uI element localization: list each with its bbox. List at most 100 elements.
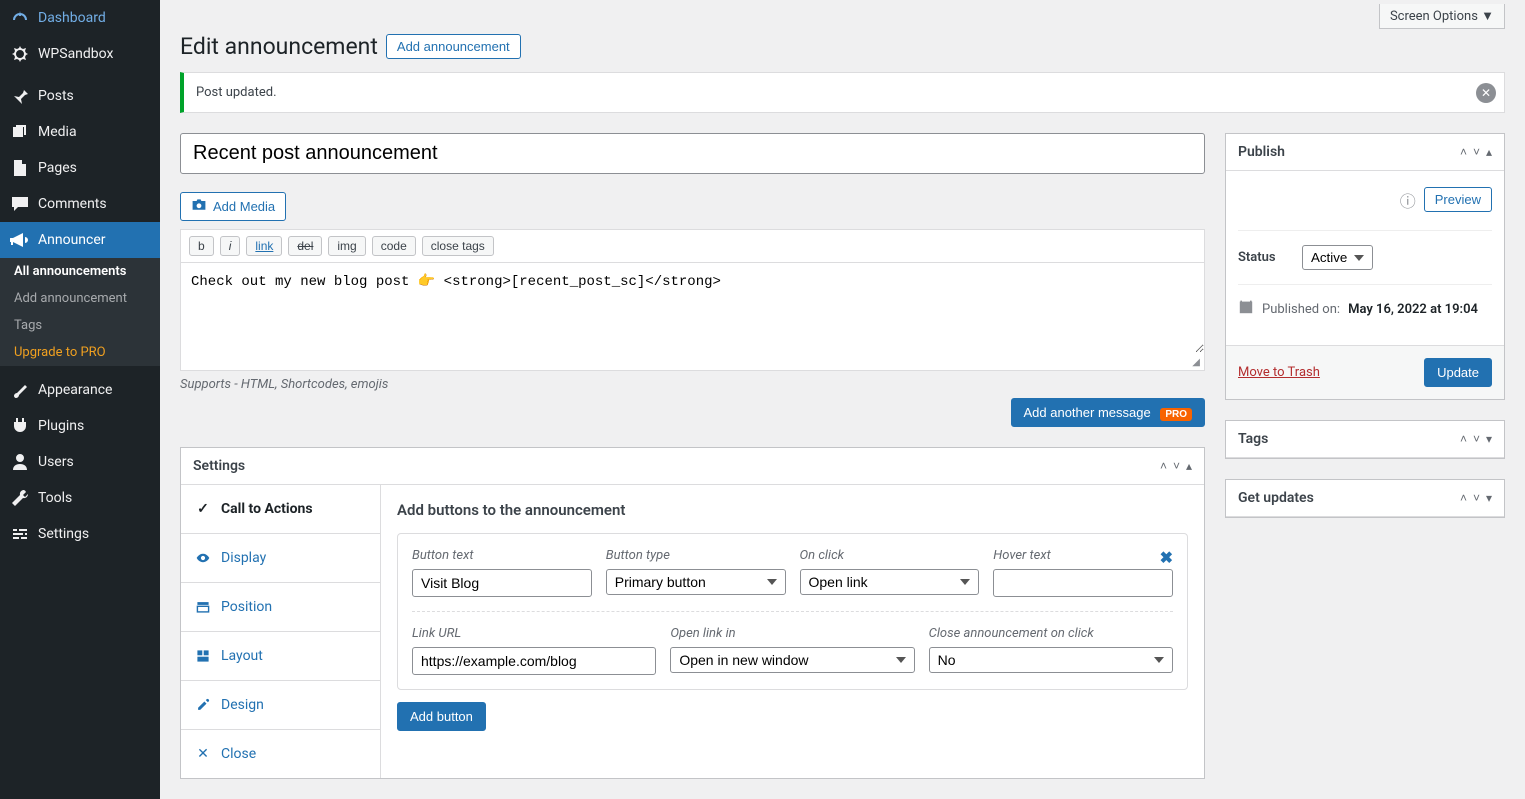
caret-up-icon[interactable]: ▴ [1186,459,1192,473]
media-icon [10,122,30,142]
caret-down-icon[interactable]: ▾ [1486,491,1492,505]
label-button-type: Button type [606,548,786,563]
sidebar-item-plugins[interactable]: Plugins [0,408,160,444]
qtag-close-tags[interactable]: close tags [422,236,494,256]
sidebar-label: Settings [38,526,89,542]
settings-tab-label: Design [221,697,264,713]
resize-handle-icon[interactable]: ◢ [181,357,1204,370]
sidebar-item-media[interactable]: Media [0,114,160,150]
caret-up-icon[interactable]: ▴ [1486,145,1492,159]
main-content: Screen Options ▼ Edit announcement Add a… [160,0,1525,799]
qtag-i[interactable]: i [220,236,241,256]
qtag-code[interactable]: code [372,236,416,256]
page-title: Edit announcement [180,33,378,60]
quicktags-toolbar: b i link del img code close tags [181,230,1204,263]
chevron-down-icon[interactable]: ˅ [1173,459,1180,473]
add-media-label: Add Media [213,199,275,214]
publish-panel-header[interactable]: Publish ˄ ˅ ▴ [1226,134,1504,171]
input-link-url[interactable] [412,647,656,675]
chevron-down-icon[interactable]: ˅ [1473,432,1480,446]
sidebar-item-settings[interactable]: Settings [0,516,160,552]
cta-section-title: Add buttons to the announcement [397,501,1188,519]
select-on-click[interactable]: Open link [800,569,980,595]
sidebar-item-posts[interactable]: Posts [0,78,160,114]
input-button-text[interactable] [412,569,592,597]
qtag-del[interactable]: del [288,236,322,256]
chevron-up-icon[interactable]: ˄ [1460,145,1467,159]
pencil-icon [195,698,211,712]
preview-button[interactable]: Preview [1424,187,1492,212]
status-select[interactable]: Active [1302,245,1373,270]
sidebar-sub-upgrade-pro[interactable]: Upgrade to PRO [0,339,160,366]
sidebar-item-announcer[interactable]: Announcer [0,222,160,258]
info-icon[interactable]: ⓘ [1400,188,1416,212]
select-button-type[interactable]: Primary button [606,569,786,595]
calendar-icon [1238,299,1254,319]
qtag-b[interactable]: b [189,236,214,256]
add-cta-button[interactable]: Add button [397,702,486,731]
qtag-img[interactable]: img [328,236,365,256]
settings-panel-header[interactable]: Settings ˄ ˅ ▴ [181,448,1204,485]
sidebar-label: Comments [38,196,107,212]
label-link-url: Link URL [412,626,656,641]
settings-tab-layout[interactable]: Layout [181,632,380,681]
remove-button-icon[interactable]: ✖ [1160,548,1173,567]
caret-down-icon[interactable]: ▾ [1486,432,1492,446]
sidebar-item-users[interactable]: Users [0,444,160,480]
sidebar-item-dashboard[interactable]: Dashboard [0,0,160,36]
comment-icon [10,194,30,214]
published-on-label: Published on: [1262,302,1340,317]
sidebar-item-tools[interactable]: Tools [0,480,160,516]
brush-icon [10,380,30,400]
notice-dismiss-icon[interactable]: ✕ [1476,83,1496,103]
update-button[interactable]: Update [1424,358,1492,387]
select-close-on-click[interactable]: No [929,647,1173,673]
dashboard-icon [10,8,30,28]
chevron-down-icon[interactable]: ˅ [1473,491,1480,505]
sidebar-label: Dashboard [38,10,106,26]
sidebar-sub-tags[interactable]: Tags [0,312,160,339]
settings-tab-label: Display [221,550,266,566]
settings-tab-design[interactable]: Design [181,681,380,730]
screen-options-toggle[interactable]: Screen Options ▼ [1379,4,1505,29]
eye-icon [195,551,211,565]
add-media-button[interactable]: Add Media [180,192,286,221]
pro-badge: PRO [1160,408,1192,421]
settings-tab-display[interactable]: Display [181,534,380,583]
tags-title: Tags [1238,431,1268,447]
sidebar-label: Users [38,454,74,470]
settings-tab-close[interactable]: ✕ Close [181,730,380,778]
plug-icon [10,416,30,436]
pin-icon [10,86,30,106]
sidebar-item-comments[interactable]: Comments [0,186,160,222]
content-textarea[interactable]: Check out my new blog post 👉 <strong>[re… [181,263,1204,353]
get-updates-panel-header[interactable]: Get updates ˄ ˅ ▾ [1226,480,1504,517]
settings-tab-label: Call to Actions [221,501,313,517]
add-announcement-button[interactable]: Add announcement [386,34,521,59]
sidebar-sub-add-announcement[interactable]: Add announcement [0,285,160,312]
settings-tab-cta[interactable]: ✓ Call to Actions [181,485,380,534]
chevron-down-icon[interactable]: ˅ [1473,145,1480,159]
sidebar-item-wpsandbox[interactable]: WPSandbox [0,36,160,72]
published-on-value: May 16, 2022 at 19:04 [1348,302,1478,317]
tags-panel-header[interactable]: Tags ˄ ˅ ▾ [1226,421,1504,458]
sidebar-label: Announcer [38,232,106,248]
get-updates-title: Get updates [1238,490,1314,506]
page-icon [10,158,30,178]
notice-text: Post updated. [196,85,277,100]
qtag-link[interactable]: link [246,236,282,256]
input-hover-text[interactable] [993,569,1173,597]
sidebar-sub-all-announcements[interactable]: All announcements [0,258,160,285]
chevron-up-icon[interactable]: ˄ [1460,432,1467,446]
sidebar-label: Posts [38,88,74,104]
status-label: Status [1238,250,1294,265]
sidebar-item-pages[interactable]: Pages [0,150,160,186]
chevron-up-icon[interactable]: ˄ [1160,459,1167,473]
sidebar-item-appearance[interactable]: Appearance [0,372,160,408]
add-another-message-button[interactable]: Add another message PRO [1011,398,1206,427]
settings-tab-position[interactable]: Position [181,583,380,632]
move-to-trash-link[interactable]: Move to Trash [1238,365,1320,380]
chevron-up-icon[interactable]: ˄ [1460,491,1467,505]
post-title-input[interactable] [180,133,1205,174]
select-open-link-in[interactable]: Open in new window [670,647,914,673]
